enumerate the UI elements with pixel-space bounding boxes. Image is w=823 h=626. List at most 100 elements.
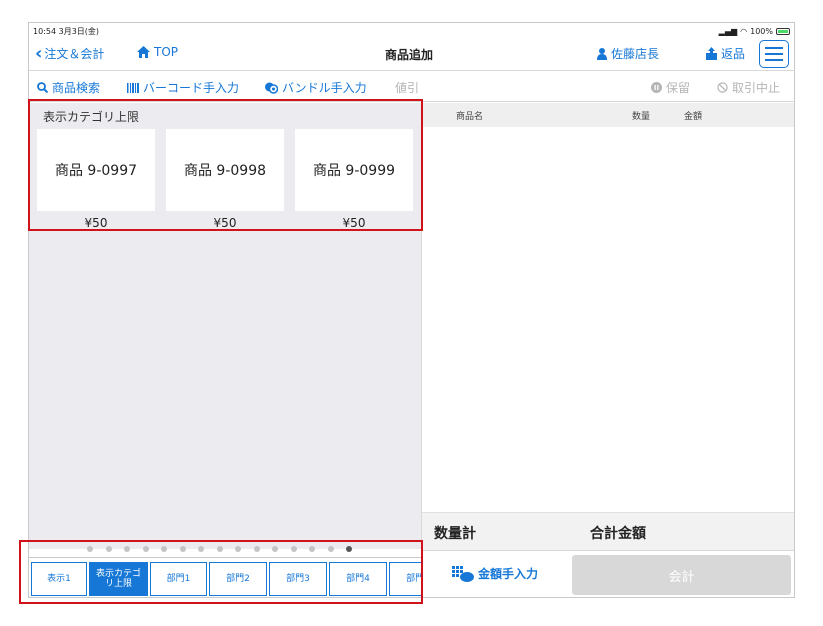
cart-col-amount: 金額	[684, 112, 703, 122]
cart-actions: 金額手入力 会計	[422, 550, 794, 597]
category-tab[interactable]: 部門6	[389, 562, 421, 596]
menu-line	[765, 53, 783, 55]
hold-button[interactable]: 保留	[651, 79, 690, 96]
cart-col-qty: 数量	[632, 112, 651, 122]
hold-label: 保留	[666, 81, 691, 95]
top-button[interactable]: TOP	[137, 45, 178, 59]
bundle-icon	[265, 82, 278, 94]
search-icon	[37, 82, 48, 93]
category-tab[interactable]: 部門2	[209, 562, 267, 596]
user-label: 佐藤店長	[611, 47, 660, 61]
product-card[interactable]: 商品 9-0999	[295, 129, 413, 211]
cancel-transaction-label: 取引中止	[732, 81, 781, 95]
product-card[interactable]: 商品 9-0998	[166, 129, 284, 211]
category-tab-label: 表示カテゴリ上限	[95, 569, 141, 589]
signal-icon: ▂▄▆	[718, 26, 738, 36]
cart-header: 商品名 数量 金額	[422, 103, 794, 127]
page-title: 商品追加	[384, 48, 433, 62]
product-price: ¥50	[84, 216, 108, 230]
top-label: TOP	[154, 45, 179, 59]
product-name: 商品 9-0998	[183, 163, 267, 179]
bundle-input-label: バンドル手入力	[282, 81, 367, 95]
status-bar: 10:54 3月3日(金) ▂▄▆ ◠ 100%	[29, 23, 794, 39]
status-clock: 10:54	[33, 26, 57, 36]
status-indicators: ▂▄▆ ◠ 100%	[719, 27, 790, 36]
status-time: 10:54 3月3日(金)	[33, 26, 99, 37]
category-tab-label: 部門1	[166, 574, 191, 584]
back-label: 注文＆会計	[44, 47, 105, 61]
category-tab-label: 部門6	[406, 574, 421, 584]
category-tab-label: 部門4	[346, 574, 370, 584]
product-grid-pane: 表示カテゴリ上限 商品 9-0997 ¥50 商品 9-0998 ¥50 商品 …	[29, 103, 421, 549]
checkout-label: 会計	[668, 569, 695, 585]
hamburger-menu-button[interactable]	[759, 40, 789, 68]
product-card[interactable]: 商品 9-0997	[37, 129, 155, 211]
menu-line	[765, 47, 783, 49]
category-tab[interactable]: 表示1	[31, 562, 87, 596]
return-button[interactable]: 返品	[705, 45, 745, 62]
amount-input-label: 金額手入力	[478, 567, 539, 581]
battery-percent: 100%	[750, 26, 773, 36]
product-tile[interactable]: 商品 9-0998 ¥50	[166, 129, 284, 235]
back-button[interactable]: ‹ 注文＆会計	[35, 44, 105, 62]
device-frame: 10:54 3月3日(金) ▂▄▆ ◠ 100% ‹ 注文＆会計 TOP 商品追…	[28, 22, 795, 598]
page-dot[interactable]	[124, 546, 130, 552]
product-search-button[interactable]: 商品検索	[37, 79, 100, 96]
page-dot[interactable]	[142, 546, 149, 552]
category-tab[interactable]: 部門1	[150, 562, 207, 596]
product-search-label: 商品検索	[52, 81, 101, 95]
page-dot[interactable]	[309, 546, 315, 552]
page-dot[interactable]	[327, 546, 334, 552]
navigation-bar: ‹ 注文＆会計 TOP 商品追加 佐藤店長 返品	[29, 39, 794, 71]
category-tab-label: 部門3	[286, 574, 310, 584]
page-dot[interactable]	[87, 546, 93, 552]
product-tile[interactable]: 商品 9-0997 ¥50	[37, 129, 155, 235]
category-tab-label: 部門2	[226, 574, 250, 584]
page-dot[interactable]	[105, 546, 112, 552]
action-toolbar: 商品検索 バーコード手入力 バンドル手入力 値引 保留 取引中止	[29, 72, 794, 102]
page-dot[interactable]	[253, 546, 260, 552]
quantity-total-label: 数量計	[434, 526, 476, 542]
page-dot[interactable]	[235, 546, 241, 552]
prohibited-icon	[717, 82, 728, 93]
product-price: ¥50	[342, 216, 366, 230]
user-icon	[597, 47, 607, 60]
pause-circle-icon	[651, 82, 662, 93]
category-tab-bar: 表示1 表示カテゴリ上限 部門1 部門2 部門3 部門4 部門6	[29, 557, 421, 597]
checkout-button[interactable]: 会計	[572, 555, 791, 595]
discount-label: 値引	[395, 81, 420, 95]
cart-col-name: 商品名	[456, 112, 484, 122]
category-title: 表示カテゴリ上限	[43, 110, 140, 124]
barcode-icon	[127, 82, 139, 93]
page-dot[interactable]	[198, 546, 204, 552]
cart-pane: 商品名 数量 金額 数量計 合計金額 金額手入力 会計	[421, 103, 794, 597]
amount-input-button[interactable]: 金額手入力	[452, 565, 538, 582]
status-date: 3月3日(金)	[58, 26, 100, 36]
discount-button[interactable]: 値引	[395, 79, 419, 96]
category-tab[interactable]: 部門4	[329, 562, 387, 596]
cancel-transaction-button[interactable]: 取引中止	[717, 79, 780, 96]
product-tile[interactable]: 商品 9-0999 ¥50	[295, 129, 413, 235]
product-name: 商品 9-0997	[54, 163, 138, 179]
category-tab[interactable]: 表示カテゴリ上限	[89, 562, 148, 596]
barcode-input-label: バーコード手入力	[143, 81, 240, 95]
page-dot[interactable]	[179, 546, 186, 552]
cart-summary: 数量計 合計金額	[422, 512, 794, 550]
keypad-hand-icon	[452, 565, 474, 582]
page-indicator[interactable]	[29, 543, 421, 555]
menu-line	[765, 59, 783, 61]
page-dot[interactable]	[290, 546, 297, 552]
page-dot[interactable]	[161, 546, 167, 552]
wifi-icon: ◠	[740, 26, 748, 36]
home-icon	[137, 46, 150, 58]
page-dot[interactable]	[272, 546, 278, 552]
page-dot[interactable]	[216, 546, 223, 552]
return-label: 返品	[721, 47, 746, 61]
user-button[interactable]: 佐藤店長	[597, 45, 659, 62]
product-name: 商品 9-0999	[312, 163, 396, 179]
category-tab[interactable]: 部門3	[269, 562, 327, 596]
barcode-input-button[interactable]: バーコード手入力	[127, 79, 239, 96]
page-dot[interactable]	[346, 546, 352, 552]
bundle-input-button[interactable]: バンドル手入力	[265, 79, 367, 96]
product-price: ¥50	[213, 216, 237, 230]
